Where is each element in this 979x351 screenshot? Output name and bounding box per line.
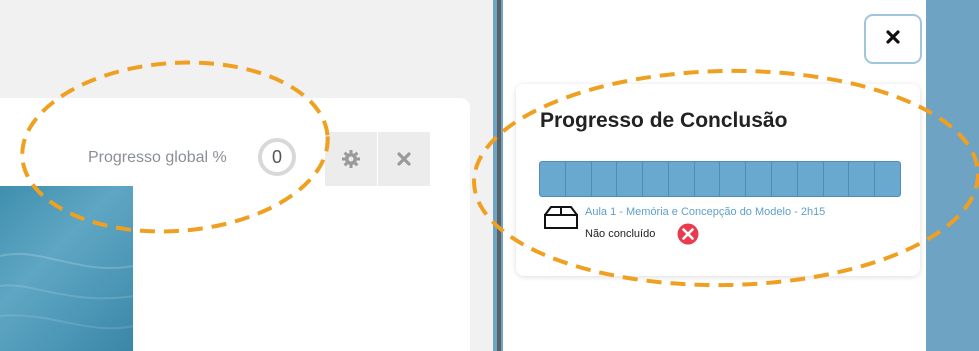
completion-progress-bar: [539, 161, 901, 197]
pane-divider-handle[interactable]: [497, 0, 501, 351]
progress-segment[interactable]: [797, 162, 823, 196]
close-icon: [886, 29, 900, 49]
progress-segment[interactable]: [772, 162, 797, 196]
progress-segment[interactable]: [617, 162, 643, 196]
progress-segment[interactable]: [540, 162, 565, 196]
global-progress-indicator: 0: [258, 138, 296, 176]
lesson-link[interactable]: Aula 1 - Memória e Concepção do Modelo -…: [585, 206, 825, 218]
progress-segment[interactable]: [565, 162, 591, 196]
course-thumbnail[interactable]: [0, 186, 133, 351]
progress-segment[interactable]: [746, 162, 772, 196]
side-background: [926, 0, 979, 351]
close-progress-button[interactable]: [378, 132, 430, 186]
progress-segment[interactable]: [720, 162, 746, 196]
progress-segment[interactable]: [875, 162, 900, 196]
progress-segment[interactable]: [643, 162, 668, 196]
close-icon: [396, 151, 412, 167]
left-pane: Progresso global % 0: [0, 0, 493, 351]
progress-segment[interactable]: [591, 162, 617, 196]
global-progress-value: 0: [271, 146, 282, 167]
progress-segment[interactable]: [823, 162, 849, 196]
completion-progress-title: Progresso de Conclusão: [540, 109, 788, 132]
progress-segment[interactable]: [694, 162, 720, 196]
error-icon: [677, 223, 699, 245]
gear-icon: [341, 149, 361, 169]
progress-segment[interactable]: [849, 162, 875, 196]
lesson-status: Não concluído: [585, 228, 656, 240]
box-icon: [541, 203, 581, 231]
progress-segment[interactable]: [668, 162, 694, 196]
settings-button[interactable]: [325, 132, 377, 186]
global-progress-label: Progresso global %: [88, 149, 227, 166]
close-drawer-button[interactable]: [864, 14, 922, 64]
